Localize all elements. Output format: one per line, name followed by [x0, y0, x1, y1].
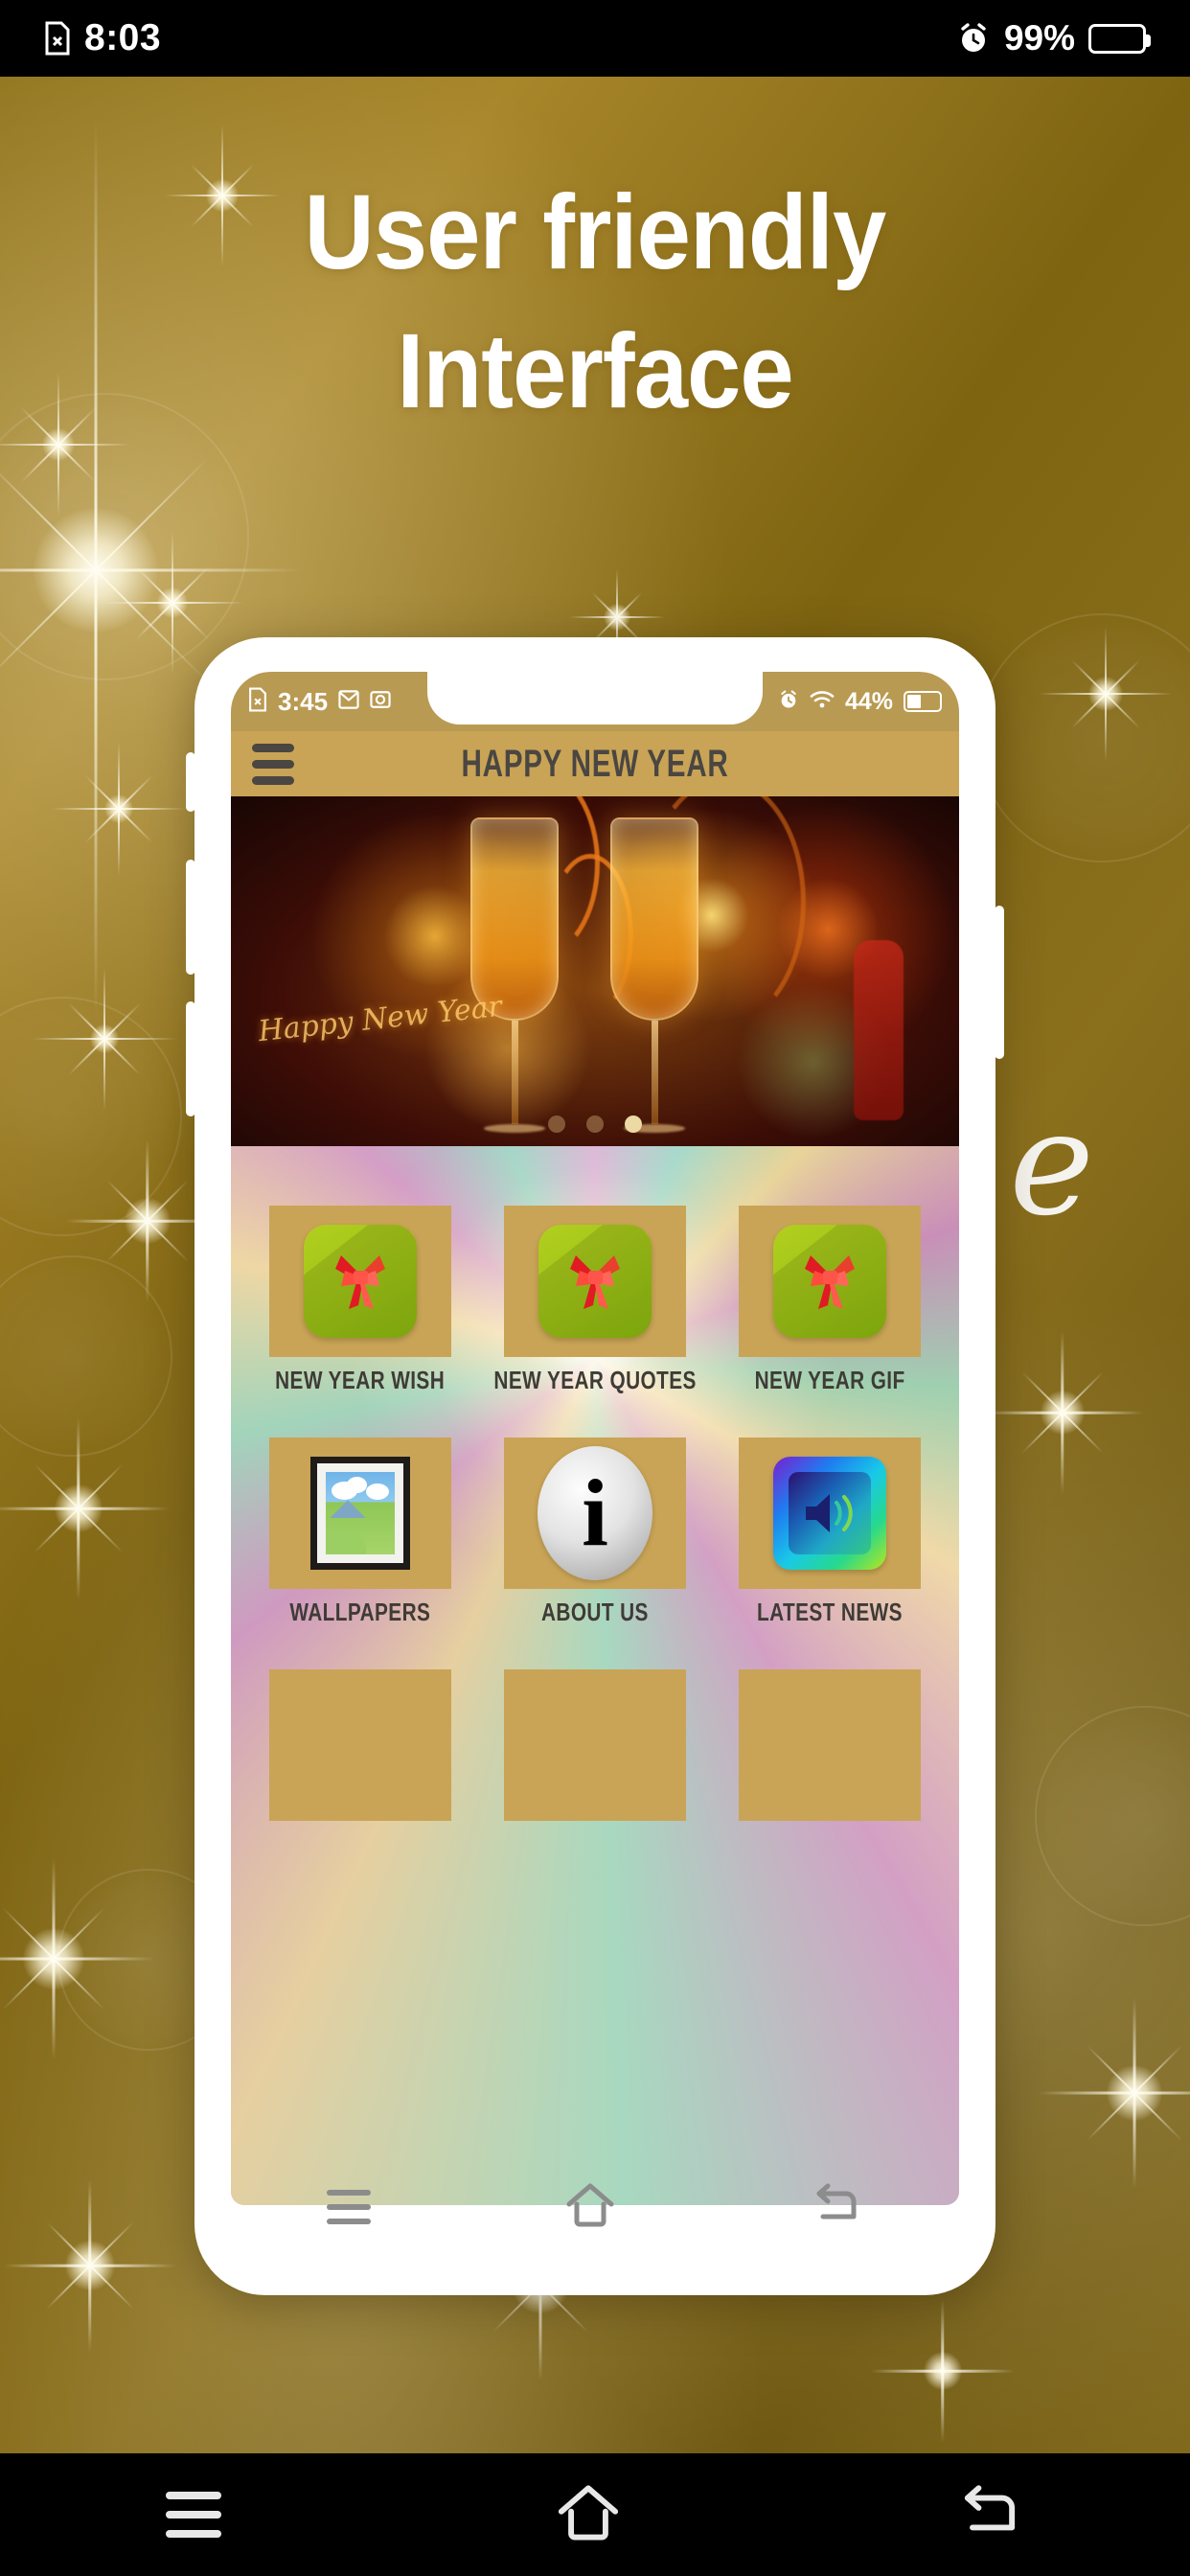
grid-item-label: LATEST NEWS [757, 1598, 903, 1626]
app-title: HAPPY NEW YEAR [461, 742, 729, 785]
hero-carousel[interactable]: Happy New Year [231, 796, 959, 1146]
os-status-bar: 8:03 99% [0, 0, 1190, 77]
speaker-icon [773, 1457, 887, 1570]
tile-background [739, 1669, 922, 1821]
tile-background [268, 1206, 451, 1357]
app-status-right: 44% [778, 688, 942, 716]
phone-volume-up-button [186, 860, 195, 975]
champagne-bottle [854, 940, 904, 1120]
tile-background [503, 1669, 686, 1821]
grid-row-spacer [469, 1627, 721, 1669]
grid-row-spacer [721, 1627, 938, 1669]
champagne-glass-left [470, 817, 559, 1133]
info-icon: i [537, 1446, 652, 1580]
back-icon[interactable] [955, 2483, 1024, 2547]
tile-background [739, 1206, 922, 1357]
carousel-dot-3[interactable] [625, 1116, 642, 1133]
app-status-left: 3:45 [248, 687, 391, 717]
headline-line-1: User friendly [304, 173, 887, 291]
battery-icon [904, 691, 942, 712]
grid-row-spacer [252, 1395, 469, 1438]
no-sim-icon [248, 687, 267, 717]
phone-volume-down-button [186, 1001, 195, 1116]
grid-item-label: NEW YEAR QUOTES [493, 1366, 697, 1394]
hamburger-icon[interactable] [252, 743, 294, 785]
grid-item-new-year-wish[interactable]: NEW YEAR WISH [252, 1206, 469, 1395]
app-status-bar: 3:45 44% [231, 672, 959, 731]
app-clock: 3:45 [278, 686, 329, 716]
grid-item-partial-3[interactable] [721, 1669, 938, 1821]
grid-row-spacer [252, 1627, 469, 1669]
hero-script-text: Happy New Year [256, 989, 504, 1049]
tile-background [268, 1438, 451, 1589]
grid-row-spacer [469, 1395, 721, 1438]
decorative-script-glyph: e [1009, 1081, 1094, 1248]
mail-icon [338, 689, 359, 714]
camera-icon [370, 690, 391, 714]
carousel-dot-1[interactable] [548, 1116, 565, 1133]
headline-line-2: Interface [397, 312, 793, 431]
recents-icon[interactable] [166, 2492, 222, 2538]
feature-grid-section: NEW YEAR WISH NEW YEAR QUOTES NEW YEAR G… [231, 1146, 959, 2205]
os-nav-bar[interactable] [0, 2453, 1190, 2576]
grid-item-label: WALLPAPERS [289, 1598, 431, 1626]
phone-nav-bar[interactable] [231, 2161, 959, 2253]
battery-icon [1088, 23, 1151, 54]
tile-background [503, 1206, 686, 1357]
home-icon[interactable] [554, 2482, 623, 2548]
info-glyph: i [582, 1460, 608, 1566]
grid-item-about-us[interactable]: i ABOUT US [469, 1438, 721, 1627]
app-battery-percent: 44% [844, 687, 893, 715]
grid-item-new-year-quotes[interactable]: NEW YEAR QUOTES [469, 1206, 721, 1395]
promo-headline: User friendly Interface [48, 163, 1143, 441]
feature-grid: NEW YEAR WISH NEW YEAR QUOTES NEW YEAR G… [231, 1146, 959, 1821]
app-header: HAPPY NEW YEAR [231, 731, 959, 796]
os-clock: 8:03 [84, 17, 162, 58]
home-icon[interactable] [563, 2181, 617, 2234]
carousel-dots[interactable] [548, 1116, 642, 1133]
gift-bow-icon [538, 1225, 652, 1338]
gift-bow-icon [773, 1225, 887, 1338]
grid-item-partial-1[interactable] [252, 1669, 469, 1821]
os-battery-percent: 99% [1003, 18, 1075, 58]
phone-power-button [995, 906, 1004, 1059]
back-icon[interactable] [810, 2182, 863, 2233]
gift-bow-icon [303, 1225, 417, 1338]
phone-mockup: 3:45 44% HAPPY NEW YEAR Happy New Year N… [186, 637, 1004, 2295]
grid-item-label: NEW YEAR GIF [754, 1366, 905, 1394]
os-status-left: 8:03 [44, 17, 161, 59]
wifi-icon [810, 690, 835, 714]
phone-notch [427, 672, 763, 724]
phone-side-button [186, 752, 195, 812]
grid-row-spacer [721, 1395, 938, 1438]
grid-item-new-year-gif[interactable]: NEW YEAR GIF [721, 1206, 938, 1395]
tile-background: i [503, 1438, 686, 1589]
grid-item-partial-2[interactable] [469, 1669, 721, 1821]
grid-item-wallpapers[interactable]: WALLPAPERS [252, 1438, 469, 1627]
tile-background [739, 1438, 922, 1589]
recents-icon[interactable] [327, 2190, 372, 2224]
carousel-dot-2[interactable] [586, 1116, 604, 1133]
os-status-right: 99% [956, 18, 1151, 58]
screenshot-root: 8:03 99% User friendly Interface e 3:45 … [0, 0, 1190, 2576]
grid-item-label: ABOUT US [541, 1598, 649, 1626]
champagne-glass-right [610, 817, 698, 1133]
tile-background [268, 1669, 451, 1821]
grid-item-label: NEW YEAR WISH [275, 1366, 446, 1394]
alarm-icon [956, 21, 991, 56]
no-sim-icon [44, 21, 71, 56]
grid-item-latest-news[interactable]: LATEST NEWS [721, 1438, 938, 1627]
alarm-icon [778, 689, 799, 715]
phone-screen: 3:45 44% HAPPY NEW YEAR Happy New Year N… [231, 672, 959, 2205]
picture-frame-icon [309, 1457, 410, 1570]
